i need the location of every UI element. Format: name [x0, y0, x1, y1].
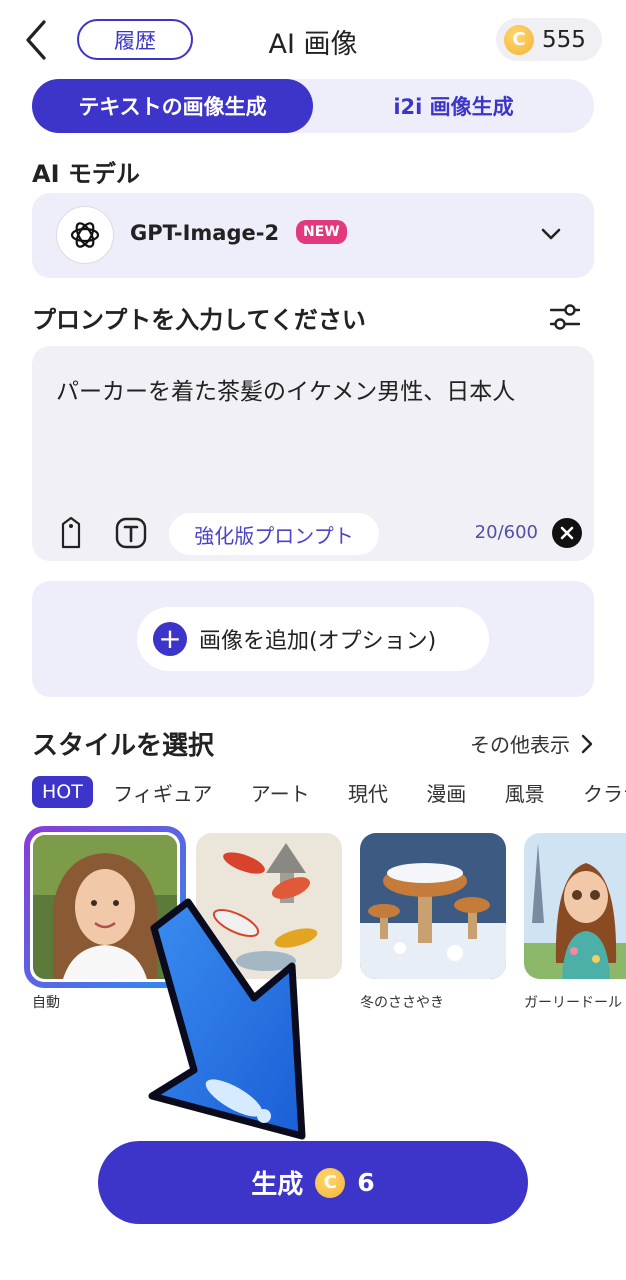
category-tab-modern[interactable]: 現代 — [348, 778, 388, 807]
text-format-icon[interactable] — [114, 516, 148, 550]
add-image-panel: + 画像を追加(オプション) — [32, 581, 594, 697]
char-count: 20/600 — [474, 522, 538, 543]
tab-image-to-image[interactable]: i2i 画像生成 — [313, 79, 594, 133]
model-selector[interactable]: GPT-Image-2 NEW — [32, 193, 594, 278]
clear-prompt-button[interactable] — [552, 518, 582, 548]
coin-icon: C — [504, 24, 534, 55]
generate-label: 生成 — [251, 1170, 304, 1200]
new-badge: NEW — [296, 220, 347, 244]
tab-text-to-image[interactable]: テキストの画像生成 — [32, 79, 313, 133]
generate-button[interactable]: 生成 C 6 — [98, 1141, 528, 1224]
style-card-girly-doll[interactable] — [524, 833, 626, 979]
model-name: GPT-Image-2 — [130, 221, 280, 245]
category-tab-art[interactable]: アート — [251, 778, 310, 807]
style-caption: 自動 — [32, 995, 60, 1011]
show-more-link[interactable]: その他表示 — [470, 729, 594, 758]
category-tab-landscape[interactable]: 風景 — [505, 778, 545, 807]
show-more-label: その他表示 — [470, 733, 570, 757]
prompt-text[interactable]: パーカーを着た茶髪のイケメン男性、日本人 — [56, 372, 515, 406]
add-image-button[interactable]: + 画像を追加(オプション) — [137, 607, 489, 671]
enhance-prompt-button[interactable]: 強化版プロンプト — [169, 513, 379, 555]
tag-icon[interactable] — [58, 516, 84, 550]
add-image-label: 画像を追加(オプション) — [199, 629, 437, 654]
category-tab-hot[interactable]: HOT — [32, 776, 93, 808]
model-section-label: AI モデル — [32, 160, 140, 188]
chevron-down-icon — [541, 228, 561, 240]
style-thumbnail — [360, 833, 506, 979]
generate-cost: 6 — [357, 1168, 375, 1197]
style-caption: 冬のささやき — [360, 995, 444, 1011]
tutorial-arrow-icon — [148, 898, 306, 1140]
prompt-section-label: プロンプトを入力してください — [32, 306, 366, 334]
chevron-right-icon — [581, 734, 593, 753]
coin-icon: C — [315, 1167, 346, 1198]
sliders-icon[interactable] — [548, 300, 582, 334]
mode-tabs: テキストの画像生成 i2i 画像生成 — [32, 79, 594, 133]
category-tab-classic[interactable]: クラシ — [583, 778, 626, 807]
close-icon — [560, 526, 574, 540]
coin-balance[interactable]: C 555 — [496, 18, 602, 61]
coin-balance-value: 555 — [542, 26, 586, 53]
header: 履歴 AI 画像 C 555 — [0, 0, 626, 80]
style-thumbnail — [524, 833, 626, 979]
category-tab-manga[interactable]: 漫画 — [426, 778, 466, 807]
style-card-winter-whisper[interactable] — [360, 833, 506, 979]
openai-logo-icon — [56, 206, 114, 264]
category-tab-figure[interactable]: フィギュア — [113, 778, 212, 807]
style-caption: ガーリードール — [524, 995, 622, 1011]
plus-icon: + — [153, 622, 187, 656]
style-section-label: スタイルを選択 — [32, 731, 215, 761]
prompt-input[interactable]: パーカーを着た茶髪のイケメン男性、日本人 強化版プロンプト 20/600 — [32, 346, 594, 561]
style-category-tabs: HOT フィギュア アート 現代 漫画 風景 クラシ — [32, 776, 626, 810]
